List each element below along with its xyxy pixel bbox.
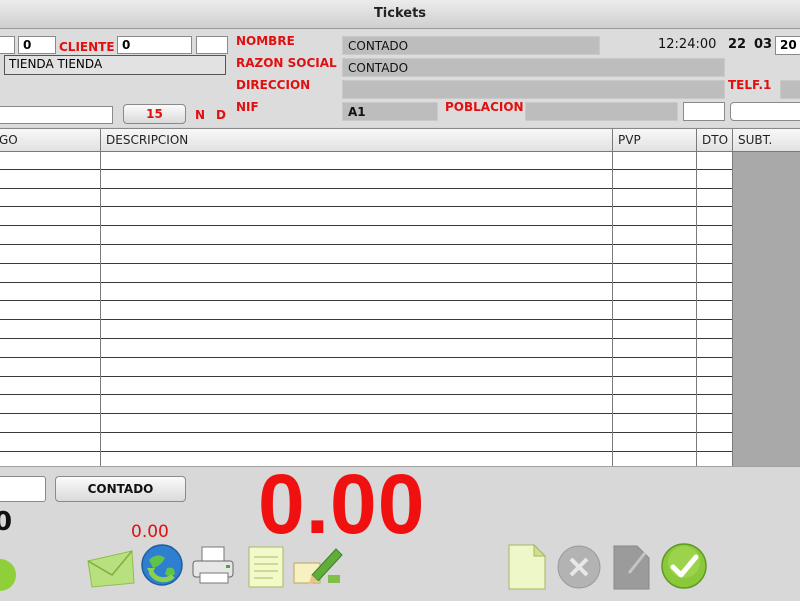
cliente-extra-field[interactable] [196, 36, 228, 54]
change-amount: 0.00 [131, 522, 169, 542]
table-row[interactable] [0, 151, 800, 170]
column-divider [100, 129, 101, 466]
nif-field[interactable]: A1 [342, 102, 438, 121]
table-row[interactable] [0, 283, 800, 302]
province-field[interactable] [730, 102, 800, 121]
razon-social-label: RAZON SOCIAL [236, 56, 337, 70]
table-row[interactable] [0, 170, 800, 189]
green-circle-icon[interactable] [0, 557, 18, 597]
code-input[interactable] [0, 106, 113, 124]
table-row[interactable] [0, 245, 800, 264]
telf-field[interactable] [780, 80, 800, 99]
year-field[interactable]: 20 [775, 36, 800, 55]
column-header-dto[interactable]: DTO [702, 133, 728, 147]
contado-button[interactable]: CONTADO [55, 476, 186, 502]
column-divider [612, 129, 613, 466]
table-row[interactable] [0, 207, 800, 227]
tienda-field: TIENDA TIENDA [4, 55, 226, 75]
prefix-field[interactable] [0, 36, 15, 54]
direccion-field[interactable] [342, 80, 725, 99]
cliente-field[interactable]: 0 [117, 36, 192, 54]
nif-label: NIF [236, 100, 259, 114]
d-label: D [216, 108, 226, 122]
table-row[interactable] [0, 377, 800, 396]
nombre-label: NOMBRE [236, 34, 295, 48]
cliente-label: CLIENTE [59, 40, 115, 54]
table-row[interactable] [0, 395, 800, 415]
table-row[interactable] [0, 226, 800, 245]
ticket-header: 0 CLIENTE 0 TIENDA TIENDA 15 N D NOMBRE … [0, 29, 800, 127]
table-row[interactable] [0, 320, 800, 339]
title-bar: Tickets [0, 0, 800, 29]
column-header-codigo[interactable]: GO [0, 133, 18, 147]
cancel-icon[interactable] [556, 544, 602, 594]
razon-social-field[interactable]: CONTADO [342, 58, 725, 77]
subtotal-column [733, 151, 800, 466]
table-row[interactable] [0, 358, 800, 377]
table-row[interactable] [0, 339, 800, 358]
column-divider [732, 129, 733, 466]
column-divider [696, 129, 697, 466]
table-row[interactable] [0, 433, 800, 452]
ticket-total: 0.00 [258, 457, 426, 551]
new-document-icon[interactable] [506, 542, 548, 596]
document-number-field[interactable]: 0 [18, 36, 56, 54]
window-title: Tickets [373, 6, 427, 21]
nombre-field[interactable]: CONTADO [342, 36, 600, 55]
poblacion-label: POBLACION [445, 100, 524, 114]
quantity-input[interactable] [0, 476, 46, 502]
table-row[interactable] [0, 301, 800, 321]
accept-checkmark-icon[interactable] [660, 542, 708, 594]
table-row[interactable] [0, 414, 800, 433]
table-row[interactable] [0, 189, 800, 208]
column-header-subtotal[interactable]: SUBT. [738, 133, 772, 147]
number-button[interactable]: 15 [123, 104, 186, 124]
n-label: N [195, 108, 206, 122]
direccion-label: DIRECCION [236, 78, 311, 92]
globe-refresh-icon[interactable] [139, 542, 185, 592]
time-display: 12:24:00 [658, 37, 717, 52]
poblacion-field[interactable] [525, 102, 678, 121]
telf-label: TELF.1 [728, 78, 772, 92]
envelope-icon[interactable] [86, 545, 136, 593]
postal-code-field[interactable] [683, 102, 725, 121]
month-display: 03 [754, 37, 773, 52]
ticket-lines-table[interactable]: GO DESCRIPCION PVP DTO SUBT. [0, 128, 800, 466]
day-display: 22 [728, 37, 747, 52]
table-row[interactable] [0, 264, 800, 283]
table-header: GO DESCRIPCION PVP DTO SUBT. [0, 129, 800, 152]
items-count: 0 [0, 507, 13, 537]
column-header-descripcion[interactable]: DESCRIPCION [106, 133, 188, 147]
column-header-pvp[interactable]: PVP [618, 133, 641, 147]
edit-document-icon[interactable] [611, 543, 653, 595]
printer-icon[interactable] [190, 545, 238, 591]
